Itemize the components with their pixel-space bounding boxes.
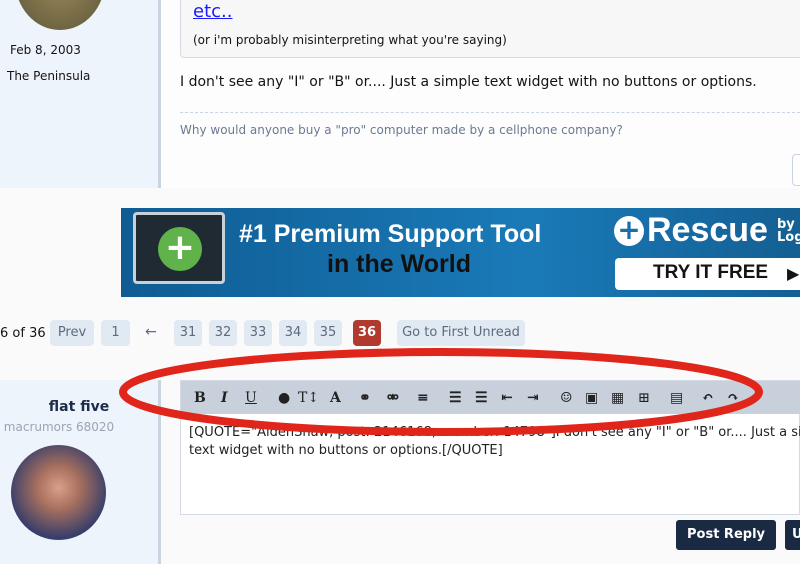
annotation-ellipse xyxy=(119,348,763,436)
red-circle-annotation xyxy=(119,348,763,436)
